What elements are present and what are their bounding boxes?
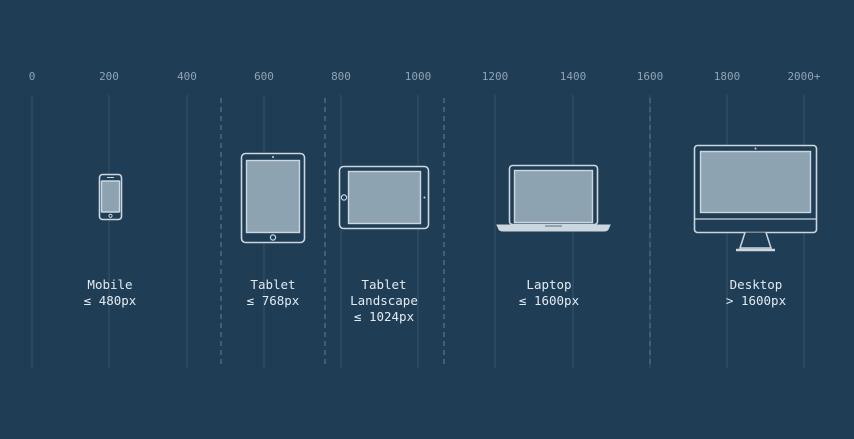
device-range: > 1600px	[726, 293, 787, 308]
device-range: ≤ 1600px	[519, 293, 580, 308]
tick-label: 200	[99, 70, 119, 83]
device-range: ≤ 768px	[247, 293, 300, 308]
device-range: ≤ 480px	[84, 293, 137, 308]
tick-label: 1800	[714, 70, 741, 83]
device-name-secondary: Landscape	[350, 293, 418, 308]
tick-label: 1200	[482, 70, 509, 83]
label-desktop: Desktop > 1600px	[726, 277, 787, 308]
desktop-icon	[693, 144, 818, 252]
label-tablet-landscape: Tablet Landscape ≤ 1024px	[350, 277, 418, 324]
breakpoint-diagram: 0 200 400 600 800 1000 1200 1400 1600 18…	[29, 70, 821, 368]
tick-label: 400	[177, 70, 197, 83]
tablet-landscape-icon	[338, 165, 430, 230]
device-name: Tablet	[250, 277, 295, 292]
scale-ticks: 0 200 400 600 800 1000 1200 1400 1600 18…	[29, 70, 821, 83]
tick-label: 1400	[560, 70, 587, 83]
tick-label: 0	[29, 70, 36, 83]
tick-label: 800	[331, 70, 351, 83]
tick-label: 1600	[637, 70, 664, 83]
label-laptop: Laptop ≤ 1600px	[519, 277, 580, 308]
tick-label: 600	[254, 70, 274, 83]
tick-label: 2000+	[787, 70, 820, 83]
tablet-icon	[240, 152, 306, 244]
scale-gridlines	[31, 95, 805, 368]
device-name: Laptop	[526, 277, 571, 292]
device-name: Tablet	[361, 277, 406, 292]
laptop-icon	[496, 164, 611, 232]
device-name: Mobile	[87, 277, 132, 292]
device-range: ≤ 1024px	[354, 309, 415, 324]
phone-icon	[98, 173, 123, 221]
tick-label: 1000	[405, 70, 432, 83]
device-name: Desktop	[730, 277, 783, 292]
label-mobile: Mobile ≤ 480px	[84, 277, 137, 308]
label-tablet: Tablet ≤ 768px	[247, 277, 300, 308]
